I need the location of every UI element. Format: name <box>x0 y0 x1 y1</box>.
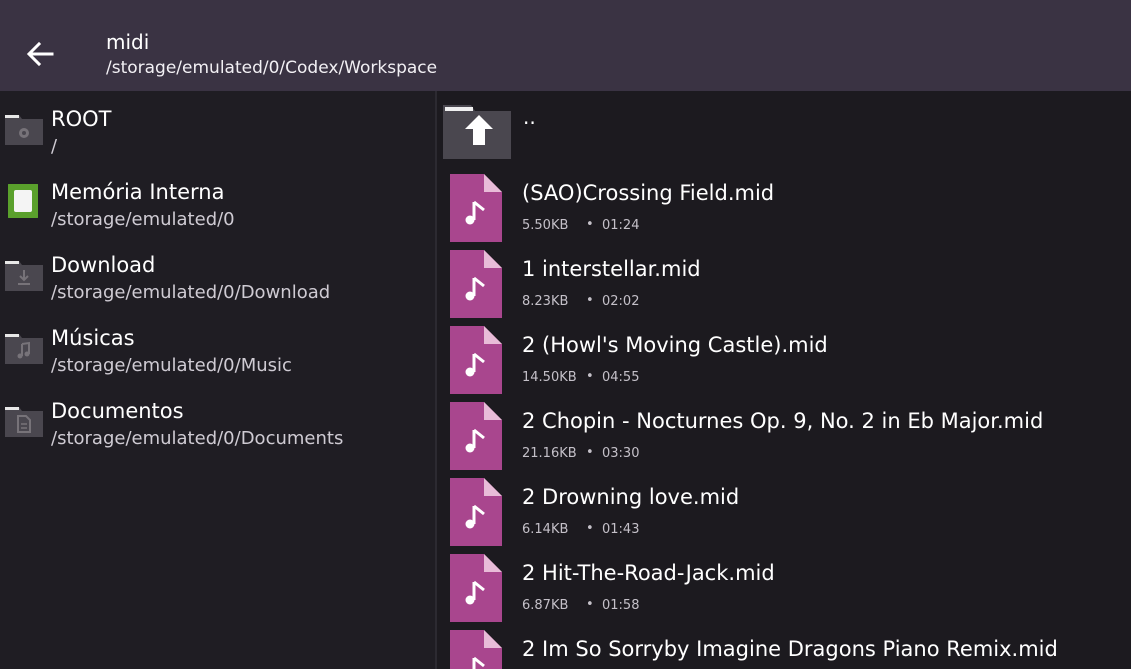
sidebar-item-internal-storage[interactable]: Memória Interna /storage/emulated/0 <box>0 169 435 239</box>
midi-file-icon <box>450 478 502 546</box>
file-name: (SAO)Crossing Field.mid <box>522 181 775 205</box>
parent-directory-row[interactable]: .. <box>437 91 1131 163</box>
file-row[interactable]: 1 interstellar.mid 8.23KB • 02:02 <box>437 245 1131 321</box>
file-name: 1 interstellar.mid <box>522 257 701 281</box>
file-size: 21.16KB <box>522 446 577 461</box>
sidebar-item-root[interactable]: ROOT / <box>0 96 435 166</box>
midi-file-icon <box>450 174 502 242</box>
internal-storage-icon <box>8 184 38 218</box>
file-name: 2 Drowning love.mid <box>522 485 740 509</box>
sidebar-item-path: /storage/emulated/0/Music <box>51 355 292 376</box>
separator-dot: • <box>586 597 594 612</box>
file-name: 2 Chopin - Nocturnes Op. 9, No. 2 in Eb … <box>522 409 1044 433</box>
midi-file-icon <box>450 630 502 669</box>
file-duration: 03:30 <box>602 446 640 461</box>
sidebar-item-documents[interactable]: Documentos /storage/emulated/0/Documents <box>0 388 435 458</box>
file-duration: 04:55 <box>602 370 640 385</box>
file-size: 5.50KB <box>522 218 569 233</box>
midi-file-icon <box>450 402 502 470</box>
file-size: 6.87KB <box>522 598 569 613</box>
separator-dot: • <box>586 293 594 308</box>
file-name: 2 Hit-The-Road-Jack.mid <box>522 561 775 585</box>
parent-directory-label: .. <box>523 105 536 129</box>
file-row[interactable]: 2 Drowning love.mid 6.14KB • 01:43 <box>437 473 1131 549</box>
music-folder-icon <box>5 334 43 364</box>
midi-file-icon <box>450 554 502 622</box>
file-row[interactable]: 2 Im So Sorryby Imagine Dragons Piano Re… <box>437 625 1131 669</box>
file-name: 2 Im So Sorryby Imagine Dragons Piano Re… <box>522 637 1058 661</box>
folder-title: midi <box>106 30 150 54</box>
separator-dot: • <box>586 369 594 384</box>
file-size: 14.50KB <box>522 370 577 385</box>
root-folder-icon <box>5 115 43 145</box>
sidebar-item-path: /storage/emulated/0/Documents <box>51 428 344 449</box>
file-row[interactable]: 2 Hit-The-Road-Jack.mid 6.87KB • 01:58 <box>437 549 1131 625</box>
file-duration: 01:58 <box>602 598 640 613</box>
file-size: 8.23KB <box>522 294 569 309</box>
file-row[interactable]: 2 Chopin - Nocturnes Op. 9, No. 2 in Eb … <box>437 397 1131 473</box>
file-name: 2 (Howl's Moving Castle).mid <box>522 333 828 357</box>
file-row[interactable]: 2 (Howl's Moving Castle).mid 14.50KB • 0… <box>437 321 1131 397</box>
sidebar-item-name: Documentos <box>51 399 184 423</box>
documents-folder-icon <box>5 407 43 437</box>
download-folder-icon <box>5 261 43 291</box>
sidebar-item-name: ROOT <box>51 107 112 131</box>
current-path: /storage/emulated/0/Codex/Workspace <box>106 58 438 78</box>
midi-file-icon <box>450 250 502 318</box>
back-button[interactable] <box>22 36 58 72</box>
sidebar-item-download[interactable]: Download /storage/emulated/0/Download <box>0 242 435 312</box>
midi-file-icon <box>450 326 502 394</box>
sidebar-item-path: /storage/emulated/0 <box>51 209 235 230</box>
sidebar-item-name: Download <box>51 253 156 277</box>
file-size: 6.14KB <box>522 522 569 537</box>
sidebar-item-music[interactable]: Músicas /storage/emulated/0/Music <box>0 315 435 385</box>
storage-sidebar: ROOT / Memória Interna /storage/emulated… <box>0 91 435 669</box>
sidebar-item-path: /storage/emulated/0/Download <box>51 282 331 303</box>
sidebar-item-path: / <box>51 136 58 157</box>
sidebar-item-name: Memória Interna <box>51 180 225 204</box>
file-duration: 02:02 <box>602 294 640 309</box>
file-duration: 01:24 <box>602 218 640 233</box>
file-list: .. (SAO)Crossing Field.mid 5.50KB • 01:2… <box>437 91 1131 669</box>
file-row[interactable]: (SAO)Crossing Field.mid 5.50KB • 01:24 <box>437 169 1131 245</box>
separator-dot: • <box>586 217 594 232</box>
arrow-back-icon <box>26 41 54 67</box>
file-duration: 01:43 <box>602 522 640 537</box>
top-app-bar: midi /storage/emulated/0/Codex/Workspace <box>0 0 1131 91</box>
sidebar-item-name: Músicas <box>51 326 135 350</box>
separator-dot: • <box>586 521 594 536</box>
folder-up-icon <box>443 105 511 159</box>
separator-dot: • <box>586 445 594 460</box>
